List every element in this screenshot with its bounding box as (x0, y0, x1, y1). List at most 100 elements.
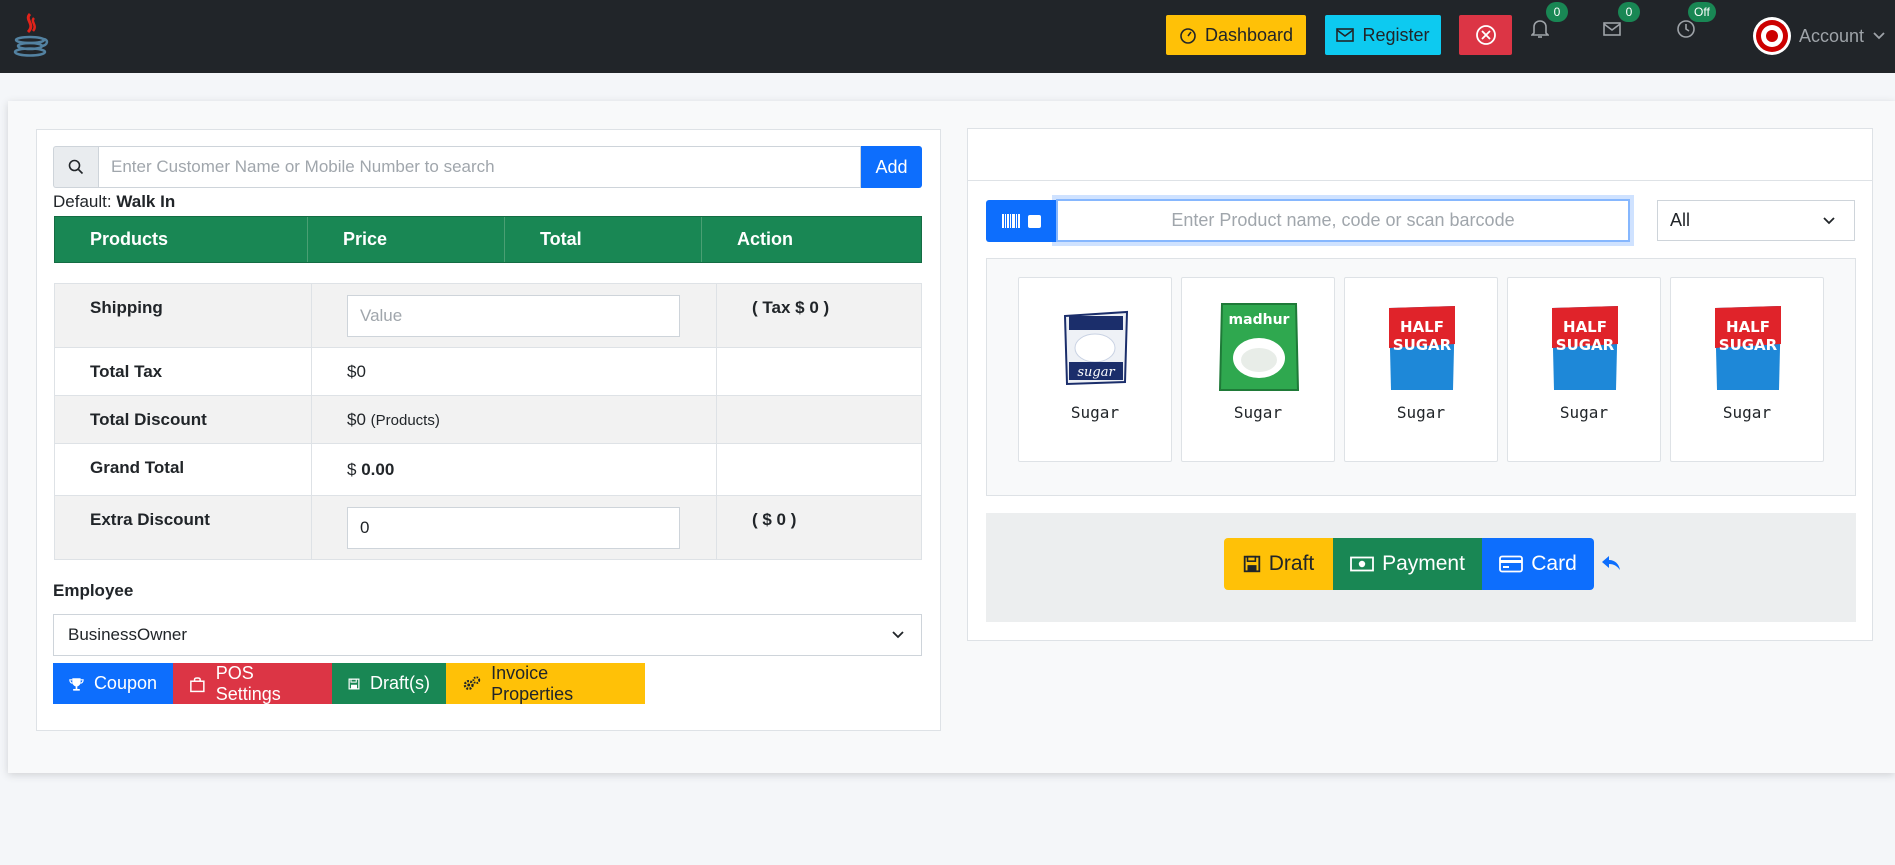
shipping-label: Shipping (54, 283, 312, 348)
total-discount-note: (Products) (370, 412, 440, 429)
gears-icon (463, 675, 481, 690)
product-name: Sugar (1722, 403, 1772, 422)
messages-badge: 0 (1618, 2, 1640, 22)
register-button[interactable]: Register (1325, 15, 1441, 55)
grand-total-empty (716, 443, 922, 496)
drafts-label: Draft(s) (370, 673, 430, 693)
product-card[interactable]: HALF SUGAR Sugar (1670, 277, 1824, 462)
products-table-header: Products Price Total Action (54, 216, 922, 263)
total-tax-empty (716, 347, 922, 396)
drafts-button[interactable]: Draft(s) (332, 663, 446, 704)
category-selected: All (1670, 210, 1691, 230)
total-discount-label: Total Discount (54, 395, 312, 444)
speedometer-icon (1180, 28, 1196, 44)
total-tax-row: Total Tax $0 (54, 347, 922, 396)
chevron-down-icon (892, 631, 904, 639)
shipping-cell (311, 283, 717, 348)
reply-icon[interactable] (1600, 552, 1622, 574)
coupon-button[interactable]: Coupon (53, 663, 173, 704)
notifications-badge: 0 (1546, 2, 1568, 22)
product-card[interactable]: sugar Sugar (1018, 277, 1172, 462)
draft-button[interactable]: Draft (1224, 538, 1333, 590)
sugar-bag-white-icon: sugar (1063, 310, 1129, 386)
grand-total-value: 0.00 (361, 460, 395, 479)
total-discount-value: $0 (347, 410, 366, 429)
save-icon (1243, 555, 1260, 573)
svg-text:HALF: HALF (1726, 318, 1770, 336)
column-header-products: Products (55, 217, 308, 262)
grand-total-row: Grand Total $ 0.00 (54, 443, 922, 496)
column-header-total: Total (505, 217, 702, 262)
shipping-row: Shipping ( Tax $ 0 ) (54, 283, 922, 348)
coupon-label: Coupon (93, 673, 157, 693)
category-select[interactable]: All (1657, 200, 1855, 241)
total-tax-value: $0 (311, 347, 717, 396)
pos-settings-label: POS Settings (215, 662, 281, 704)
clock-status-badge: Off (1688, 2, 1716, 22)
extra-discount-input[interactable] (347, 507, 680, 549)
column-header-price: Price (308, 217, 505, 262)
svg-text:HALF: HALF (1563, 318, 1607, 336)
dashboard-button[interactable]: Dashboard (1166, 15, 1306, 55)
total-tax-label: Total Tax (54, 347, 312, 396)
svg-text:SUGAR: SUGAR (1719, 336, 1778, 354)
product-name: Sugar (1070, 403, 1120, 422)
extra-discount-label: Extra Discount (54, 495, 312, 560)
shipping-tax: ( Tax $ 0 ) (716, 283, 922, 348)
card-button[interactable]: Card (1482, 538, 1594, 590)
add-customer-button[interactable]: Add (861, 146, 922, 188)
total-discount-row: Total Discount $0 (Products) (54, 395, 922, 444)
extra-discount-note: ( $ 0 ) (716, 495, 922, 560)
close-register-button[interactable] (1459, 15, 1512, 55)
pos-tools: Coupon POS Settings Draft(s) Invoice Pro… (53, 663, 645, 704)
account-menu[interactable]: Account (1753, 17, 1886, 55)
credit-card-icon (1499, 555, 1524, 573)
invoice-properties-button[interactable]: Invoice Properties (446, 663, 645, 704)
bell-icon (1531, 20, 1549, 38)
pos-settings-button[interactable]: POS Settings (173, 663, 332, 704)
svg-text:SUGAR: SUGAR (1393, 336, 1452, 354)
employee-select[interactable]: BusinessOwner (53, 614, 922, 656)
chevron-down-icon (1823, 216, 1835, 224)
product-card[interactable]: HALF SUGAR Sugar (1507, 277, 1661, 462)
top-navbar: Dashboard Register 0 0 Off Account (0, 0, 1895, 73)
sugar-bag-red-icon: HALF SUGAR (1552, 306, 1618, 390)
payment-label: Payment (1382, 552, 1465, 575)
barcode-toggle[interactable] (986, 200, 1056, 242)
default-customer: Default: Walk In (53, 192, 175, 212)
extra-discount-row: Extra Discount ( $ 0 ) (54, 495, 922, 560)
java-logo-icon[interactable] (10, 12, 50, 60)
default-customer-value: Walk In (116, 192, 176, 211)
svg-text:HALF: HALF (1400, 318, 1444, 336)
total-discount-empty (716, 395, 922, 444)
svg-text:SUGAR: SUGAR (1556, 336, 1615, 354)
product-search-input[interactable] (1056, 199, 1630, 242)
customer-search-input[interactable] (98, 146, 861, 188)
product-name: Sugar (1396, 403, 1446, 422)
shipping-input[interactable] (347, 295, 680, 337)
grand-total-currency: $ (347, 460, 357, 479)
search-icon (53, 146, 98, 188)
target-logo-icon (1753, 17, 1791, 55)
product-name: Sugar (1559, 403, 1609, 422)
envelope-icon (1603, 22, 1621, 36)
svg-text:madhur: madhur (1229, 312, 1290, 328)
grand-total-cell: $ 0.00 (311, 443, 717, 496)
cash-icon (1350, 556, 1374, 572)
column-header-action: Action (737, 229, 793, 249)
product-card[interactable]: madhur Sugar (1181, 277, 1335, 462)
employee-selected: BusinessOwner (68, 625, 188, 644)
checkbox-icon[interactable] (1027, 214, 1041, 228)
invoice-properties-label: Invoice Properties (491, 662, 574, 704)
clock-icon (1677, 20, 1695, 38)
card-label: Card (1531, 552, 1577, 575)
sugar-bag-red-icon: HALF SUGAR (1715, 306, 1781, 390)
save-icon (348, 678, 360, 689)
sugar-bag-red-icon: HALF SUGAR (1389, 306, 1455, 390)
barcode-icon (1001, 214, 1020, 228)
payment-button[interactable]: Payment (1333, 538, 1482, 590)
product-card[interactable]: HALF SUGAR Sugar (1344, 277, 1498, 462)
sugar-bag-green-icon: madhur (1218, 303, 1300, 391)
customer-search-group: Add (53, 146, 922, 188)
employee-label: Employee (53, 581, 134, 600)
